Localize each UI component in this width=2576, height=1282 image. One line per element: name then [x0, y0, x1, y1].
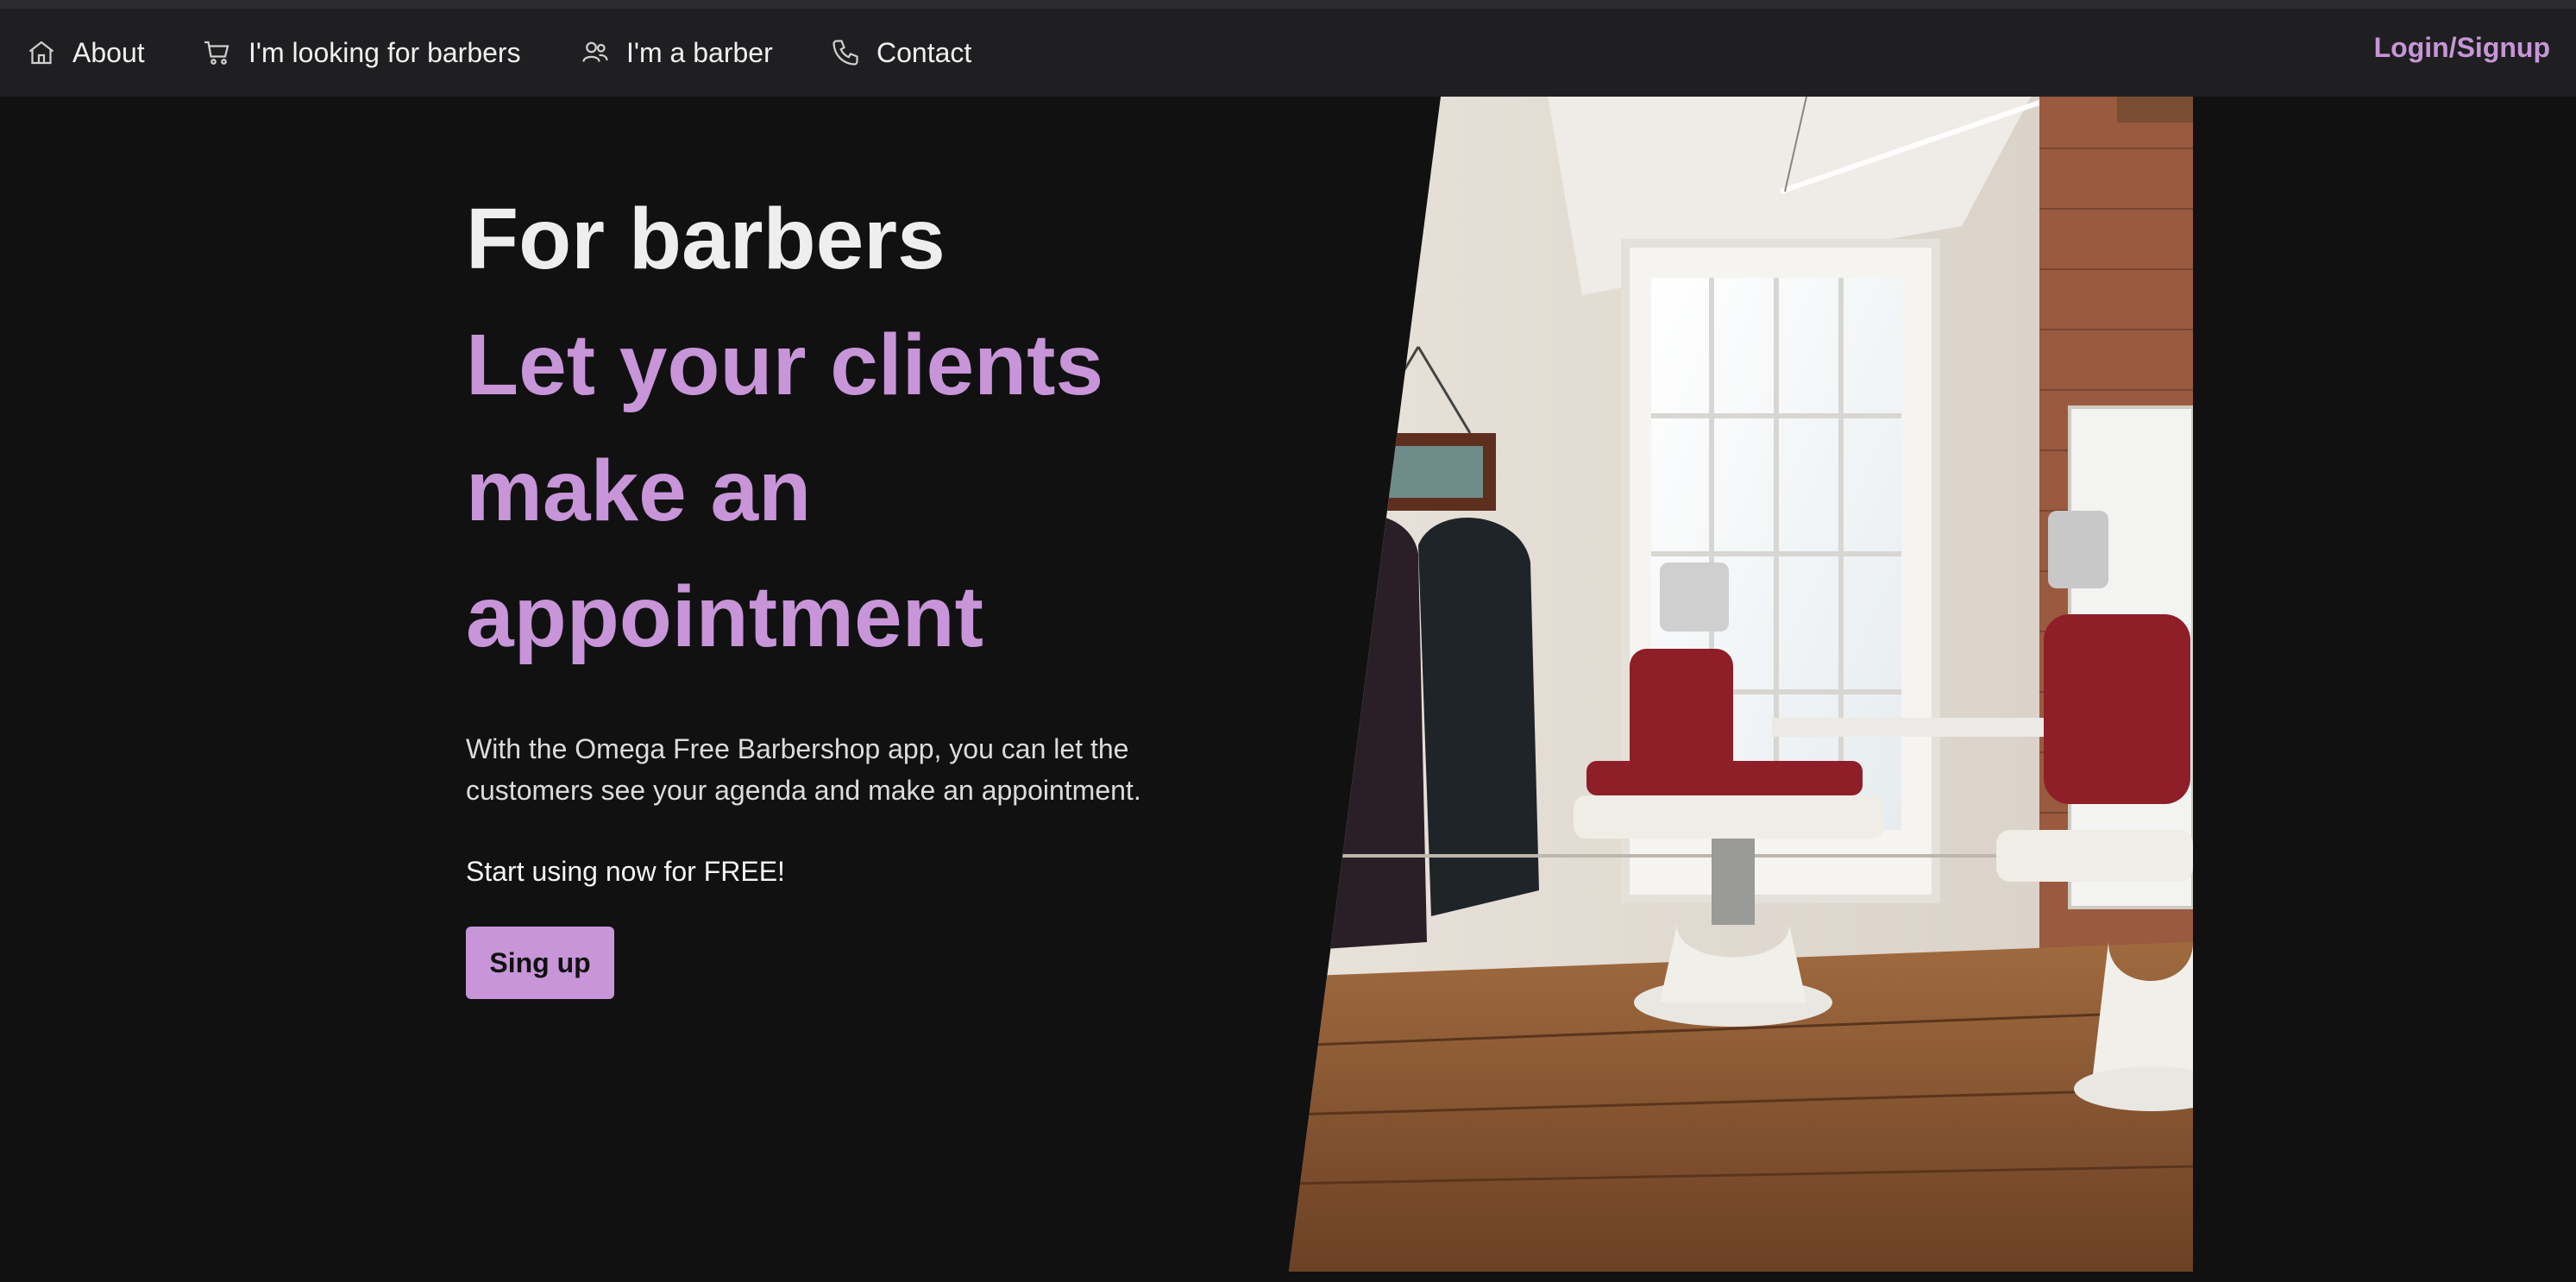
hero-headline: Let your clients make an appointment	[466, 317, 1104, 665]
window-top-strip	[0, 0, 2576, 9]
nav-looking-for-barbers[interactable]: I'm looking for barbers	[202, 9, 521, 97]
signup-button[interactable]: Sing up	[466, 927, 614, 999]
login-signup-link[interactable]: Login/Signup	[2374, 9, 2550, 86]
hero-description: With the Omega Free Barbershop app, you …	[466, 733, 1141, 806]
nav-contact[interactable]: Contact	[830, 9, 971, 97]
hero-text-block: For barbers Let your clients make an app…	[466, 183, 1242, 999]
nav-about-label: About	[72, 36, 145, 68]
nav-looking-label: I'm looking for barbers	[248, 36, 521, 68]
barbershop-photo	[1289, 97, 2193, 1272]
top-navbar: About I'm looking for barbers I'm a barb…	[0, 9, 2576, 97]
phone-icon	[832, 40, 858, 66]
cta-text: Start using now for FREE!	[466, 856, 785, 887]
page-title: For barbers	[466, 191, 946, 287]
nav-im-a-barber[interactable]: I'm a barber	[580, 9, 773, 97]
nav-contact-label: Contact	[876, 36, 972, 68]
users-icon	[582, 41, 608, 62]
nav-barber-label: I'm a barber	[626, 36, 773, 68]
cart-icon	[204, 41, 229, 65]
hero-section: For barbers Let your clients make an app…	[0, 97, 2576, 1282]
home-icon	[28, 41, 54, 65]
nav-about[interactable]: About	[26, 9, 145, 97]
